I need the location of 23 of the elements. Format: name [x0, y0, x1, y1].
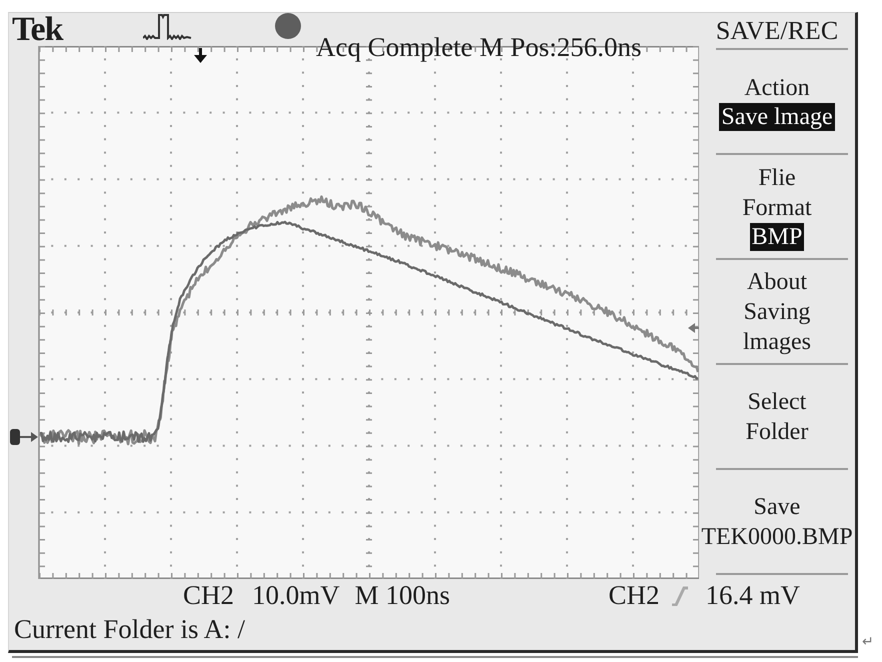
scale-readout: 10.0mV	[252, 579, 340, 612]
menu-option-button[interactable]: Save TEK0000.BMP	[699, 470, 855, 573]
current-folder-text: Current Folder is A: /	[13, 613, 246, 646]
selected-value: Save lmage	[719, 102, 835, 130]
menu-option-button[interactable]: Action Save lmage	[699, 50, 855, 153]
selected-value: BMP	[750, 222, 804, 250]
acquisition-status: Acq Complete M Pos:256.0ns	[316, 34, 642, 61]
trigger-source-readout: CH2	[608, 579, 660, 612]
rising-edge-icon	[670, 586, 688, 606]
channel-marker-icon	[10, 429, 38, 445]
menu-title: SAVE/REC	[714, 15, 840, 47]
timebase-readout: M 100ns	[354, 579, 450, 612]
trigger-level-readout: 16.4 mV	[706, 579, 800, 612]
left-arrow-icon	[688, 323, 699, 333]
down-arrow-icon	[194, 48, 207, 63]
channel-readout: CH2	[183, 579, 234, 612]
menu-option-button[interactable]: Select Folder	[699, 365, 855, 468]
pulse-icon	[143, 13, 192, 40]
brand-logo: Tek	[11, 13, 63, 46]
menu-option-button[interactable]: Flie Format BMP	[699, 155, 855, 258]
dot-icon	[275, 13, 301, 39]
paragraph-mark: ↵	[862, 635, 874, 649]
menu-option-button[interactable]: About Saving lmages	[699, 260, 855, 363]
